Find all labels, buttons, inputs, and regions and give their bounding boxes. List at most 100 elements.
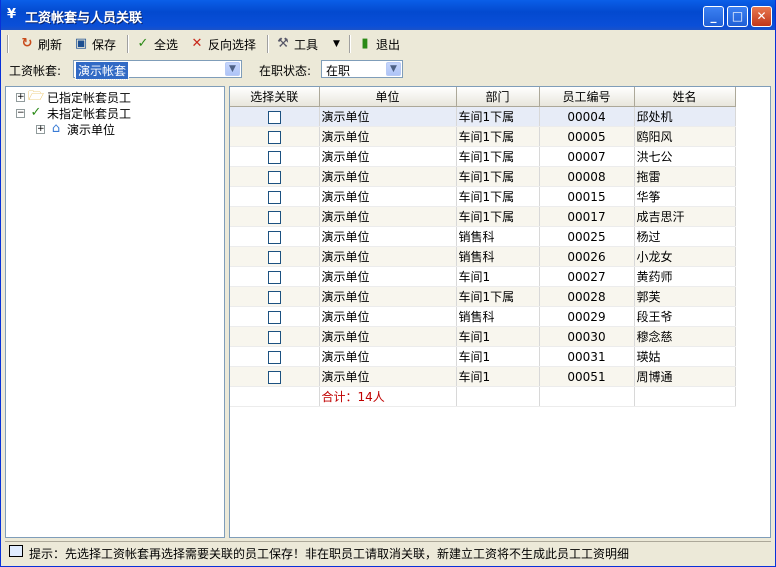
invert-selection-button[interactable]: ✕ 反向选择 xyxy=(189,34,256,54)
table-row[interactable]: 演示单位 销售科 00029 段王爷 xyxy=(230,306,736,327)
row-checkbox[interactable] xyxy=(267,270,281,284)
tree-node-unassigned[interactable]: − ✓ 未指定帐套员工 xyxy=(16,105,131,121)
select-cell[interactable] xyxy=(230,186,320,207)
name-cell: 瑛姑 xyxy=(634,346,736,367)
total-empty-cell xyxy=(539,386,635,407)
tools-button[interactable]: ⚒ 工具 xyxy=(275,34,318,54)
collapse-icon[interactable]: − xyxy=(16,108,25,118)
select-cell[interactable] xyxy=(230,126,320,147)
employee-table: 选择关联 单位 部门 员工编号 姓名 演示单位 车间1下属 00004 邱处机 演示单位… xyxy=(230,87,736,407)
total-empty-cell xyxy=(634,386,736,407)
select-cell[interactable] xyxy=(230,146,320,167)
dept-cell: 销售科 xyxy=(456,246,540,267)
tree-node-unit[interactable]: + ⌂ 演示单位 xyxy=(36,121,115,137)
table-row[interactable]: 演示单位 车间1下属 00005 鸥阳风 xyxy=(230,126,736,147)
total-cell: 合计：14人 xyxy=(319,386,457,407)
exit-button[interactable]: ▮ 退出 xyxy=(357,34,400,54)
status-bar: 提示：先选择工资帐套再选择需要关联的员工保存！非在职员工请取消关联，新建立工资将… xyxy=(5,541,771,562)
save-label: 保存 xyxy=(92,37,117,52)
row-checkbox[interactable] xyxy=(267,190,281,204)
column-header-unit[interactable]: 单位 xyxy=(319,87,457,107)
dept-cell: 车间1 xyxy=(456,346,540,367)
select-cell[interactable] xyxy=(230,226,320,247)
select-cell[interactable] xyxy=(230,166,320,187)
dept-cell: 车间1下属 xyxy=(456,206,540,227)
exit-door-icon: ▮ xyxy=(361,36,369,51)
name-cell: 拖雷 xyxy=(634,166,736,187)
total-row: 合计：14人 xyxy=(230,386,736,407)
chevron-down-icon[interactable]: ▼ xyxy=(386,62,401,76)
column-header-id[interactable]: 员工编号 xyxy=(539,87,635,107)
column-header-select[interactable]: 选择关联 xyxy=(230,87,320,107)
row-checkbox[interactable] xyxy=(267,330,281,344)
row-checkbox[interactable] xyxy=(267,150,281,164)
chevron-down-icon[interactable]: ▼ xyxy=(225,62,240,76)
table-row[interactable]: 演示单位 车间1下属 00007 洪七公 xyxy=(230,146,736,167)
row-checkbox[interactable] xyxy=(267,230,281,244)
table-row[interactable]: 演示单位 车间1下属 00017 成吉思汗 xyxy=(230,206,736,227)
column-header-dept[interactable]: 部门 xyxy=(456,87,540,107)
id-cell: 00007 xyxy=(539,146,635,167)
info-window-icon xyxy=(9,545,23,557)
account-select[interactable]: 演示帐套 ▼ xyxy=(73,60,242,80)
select-cell[interactable] xyxy=(230,266,320,287)
id-cell: 00015 xyxy=(539,186,635,207)
minimize-button[interactable]: _ xyxy=(703,6,724,27)
row-checkbox[interactable] xyxy=(267,370,281,384)
unit-cell: 演示单位 xyxy=(319,186,457,207)
tree-node-unassigned-label: 未指定帐套员工 xyxy=(47,106,132,121)
close-button[interactable]: ✕ xyxy=(751,6,772,27)
table-row[interactable]: 演示单位 车间1下属 00028 郭芙 xyxy=(230,286,736,307)
select-all-button[interactable]: ✓ 全选 xyxy=(135,34,178,54)
table-row[interactable]: 演示单位 车间1下属 00008 拖雷 xyxy=(230,166,736,187)
row-checkbox[interactable] xyxy=(267,310,281,324)
dept-cell: 车间1下属 xyxy=(456,146,540,167)
row-checkbox[interactable] xyxy=(267,290,281,304)
select-all-label: 全选 xyxy=(154,37,179,52)
expand-icon[interactable]: + xyxy=(36,124,45,134)
row-checkbox[interactable] xyxy=(267,210,281,224)
toolbar-separator xyxy=(267,35,269,53)
name-cell: 郭芙 xyxy=(634,286,736,307)
select-cell[interactable] xyxy=(230,246,320,267)
table-row[interactable]: 演示单位 车间1下属 00015 华筝 xyxy=(230,186,736,207)
id-cell: 00026 xyxy=(539,246,635,267)
row-checkbox[interactable] xyxy=(267,350,281,364)
select-cell[interactable] xyxy=(230,106,320,127)
tools-dropdown-arrow[interactable]: ▼ xyxy=(333,34,340,54)
column-header-name[interactable]: 姓名 xyxy=(634,87,736,107)
select-cell[interactable] xyxy=(230,366,320,387)
table-row[interactable]: 演示单位 车间1 00031 瑛姑 xyxy=(230,346,736,367)
select-cell[interactable] xyxy=(230,206,320,227)
expand-icon[interactable]: + xyxy=(16,92,25,102)
tree-node-assigned[interactable]: + 🗁 已指定帐套员工 xyxy=(16,89,131,105)
name-cell: 穆念慈 xyxy=(634,326,736,347)
row-checkbox[interactable] xyxy=(267,170,281,184)
table-row[interactable]: 演示单位 车间1 00027 黄药师 xyxy=(230,266,736,287)
select-cell[interactable] xyxy=(230,286,320,307)
dept-cell: 车间1 xyxy=(456,366,540,387)
house-icon: ⌂ xyxy=(51,121,61,136)
toolbar-separator xyxy=(127,35,129,53)
table-row[interactable]: 演示单位 销售科 00025 杨过 xyxy=(230,226,736,247)
table-row[interactable]: 演示单位 销售科 00026 小龙女 xyxy=(230,246,736,267)
select-cell[interactable] xyxy=(230,326,320,347)
cross-icon: ✕ xyxy=(191,36,203,51)
table-row[interactable]: 演示单位 车间1 00051 周博通 xyxy=(230,366,736,387)
row-checkbox[interactable] xyxy=(267,250,281,264)
id-cell: 00008 xyxy=(539,166,635,187)
refresh-button[interactable]: ↻ 刷新 xyxy=(19,34,62,54)
row-checkbox[interactable] xyxy=(267,130,281,144)
select-cell[interactable] xyxy=(230,346,320,367)
maximize-button[interactable]: □ xyxy=(727,6,748,27)
id-cell: 00004 xyxy=(539,106,635,127)
select-cell[interactable] xyxy=(230,306,320,327)
save-button[interactable]: ▣ 保存 xyxy=(73,34,116,54)
table-row[interactable]: 演示单位 车间1 00030 穆念慈 xyxy=(230,326,736,347)
unit-cell: 演示单位 xyxy=(319,246,457,267)
table-row[interactable]: 演示单位 车间1下属 00004 邱处机 xyxy=(230,106,736,127)
row-checkbox[interactable] xyxy=(267,110,281,124)
main-window: ¥ 工资帐套与人员关联 _ □ ✕ ↻ 刷新 ▣ 保存 ✓ 全选 ✕ 反向选择 … xyxy=(0,0,776,567)
status-select[interactable]: 在职 ▼ xyxy=(321,60,403,78)
name-cell: 黄药师 xyxy=(634,266,736,287)
